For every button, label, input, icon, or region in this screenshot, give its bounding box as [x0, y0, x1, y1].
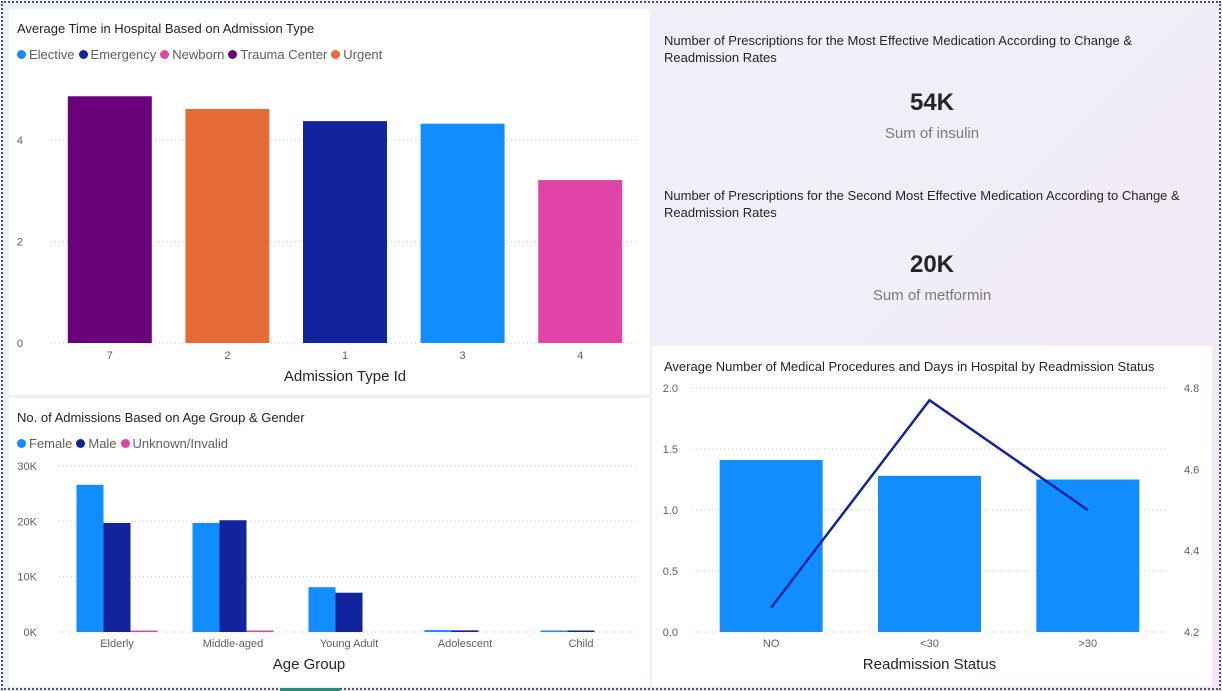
kpi-label: Sum of insulin — [884, 125, 980, 142]
x-tick-label: <30 — [920, 638, 939, 650]
kpi-label: Sum of metformin — [872, 287, 992, 304]
x-tick-label: Middle-aged — [203, 638, 264, 650]
bar — [246, 630, 274, 632]
y-tick-label: 4 — [17, 135, 23, 147]
kpi-value: 54K — [909, 89, 955, 116]
x-tick-label: Young Adult — [320, 638, 378, 650]
bar — [335, 592, 363, 632]
kpi-value: 20K — [909, 251, 955, 278]
bar — [219, 520, 247, 632]
bar — [878, 475, 981, 632]
bar — [185, 108, 270, 343]
x-tick-label: 1 — [342, 350, 348, 362]
bar — [420, 123, 505, 343]
y-tick-label: 2 — [17, 236, 23, 248]
bar — [103, 522, 131, 632]
bar — [192, 522, 220, 632]
kpi-card-insulin[interactable]: Number of Prescriptions for the Most Eff… — [652, 9, 1212, 164]
bar — [67, 96, 152, 343]
y-tick-label-right: 4.6 — [1184, 464, 1199, 476]
y-tick-label: 0K — [24, 627, 38, 639]
x-tick-label: 7 — [107, 350, 113, 362]
bar — [76, 484, 104, 632]
x-tick-label: Elderly — [100, 638, 134, 650]
x-tick-label: 4 — [577, 350, 583, 362]
y-tick-label-right: 4.2 — [1184, 627, 1199, 639]
x-axis-title: Readmission Status — [863, 656, 996, 673]
y-tick-label-left: 2.0 — [663, 383, 678, 395]
readmission-combo-chart: 0.0 0.5 1.0 1.5 2.0 4.2 4.4 4.6 4.8 NO <30 >30 Readm… — [663, 383, 1200, 673]
y-tick-label: 20K — [17, 516, 37, 528]
bar — [424, 630, 452, 632]
y-tick-label: 30K — [17, 461, 37, 473]
y-tick-label: 10K — [17, 572, 37, 584]
admission-type-card[interactable]: Average Time in Hospital Based on Admiss… — [9, 9, 650, 395]
bar — [567, 630, 595, 632]
x-tick-label: >30 — [1078, 638, 1097, 650]
y-tick-label: 0 — [17, 338, 23, 350]
bar — [451, 630, 479, 632]
bar — [130, 630, 158, 632]
bar — [538, 180, 623, 343]
y-tick-label-left: 1.5 — [663, 444, 678, 456]
kpi-card-metformin[interactable]: Number of Prescriptions for the Second M… — [652, 164, 1212, 336]
bar — [540, 630, 568, 632]
readmission-card[interactable]: Average Number of Medical Procedures and… — [652, 346, 1212, 686]
kpi-title: Number of Prescriptions for the Most Eff… — [664, 33, 1132, 65]
x-tick-label: NO — [763, 638, 780, 650]
bar — [308, 587, 336, 632]
x-tick-label: Adolescent — [438, 638, 492, 650]
y-tick-label-left: 0.5 — [663, 566, 678, 578]
bar — [1036, 479, 1140, 632]
x-tick-label: 3 — [460, 350, 466, 362]
y-tick-label-left: 1.0 — [663, 505, 678, 517]
age-gender-bar-chart: 0K 10K 20K 30K Elderly Middle-aged Young Adult… — [17, 461, 639, 673]
admission-bar-chart: 0 2 4 7 2 1 3 4 Admission Type Id — [17, 96, 639, 385]
y-tick-label-right: 4.4 — [1184, 546, 1199, 558]
x-tick-label: Child — [568, 638, 593, 650]
y-tick-label-right: 4.8 — [1184, 383, 1199, 395]
kpi-title: Number of Prescriptions for the Second M… — [664, 188, 1180, 220]
age-gender-card[interactable]: No. of Admissions Based on Age Group & G… — [9, 398, 650, 686]
y-tick-label-left: 0.0 — [663, 627, 678, 639]
x-axis-title: Admission Type Id — [284, 368, 406, 385]
x-axis-title: Age Group — [273, 656, 346, 673]
x-tick-label: 2 — [224, 350, 230, 362]
bar — [303, 121, 387, 343]
